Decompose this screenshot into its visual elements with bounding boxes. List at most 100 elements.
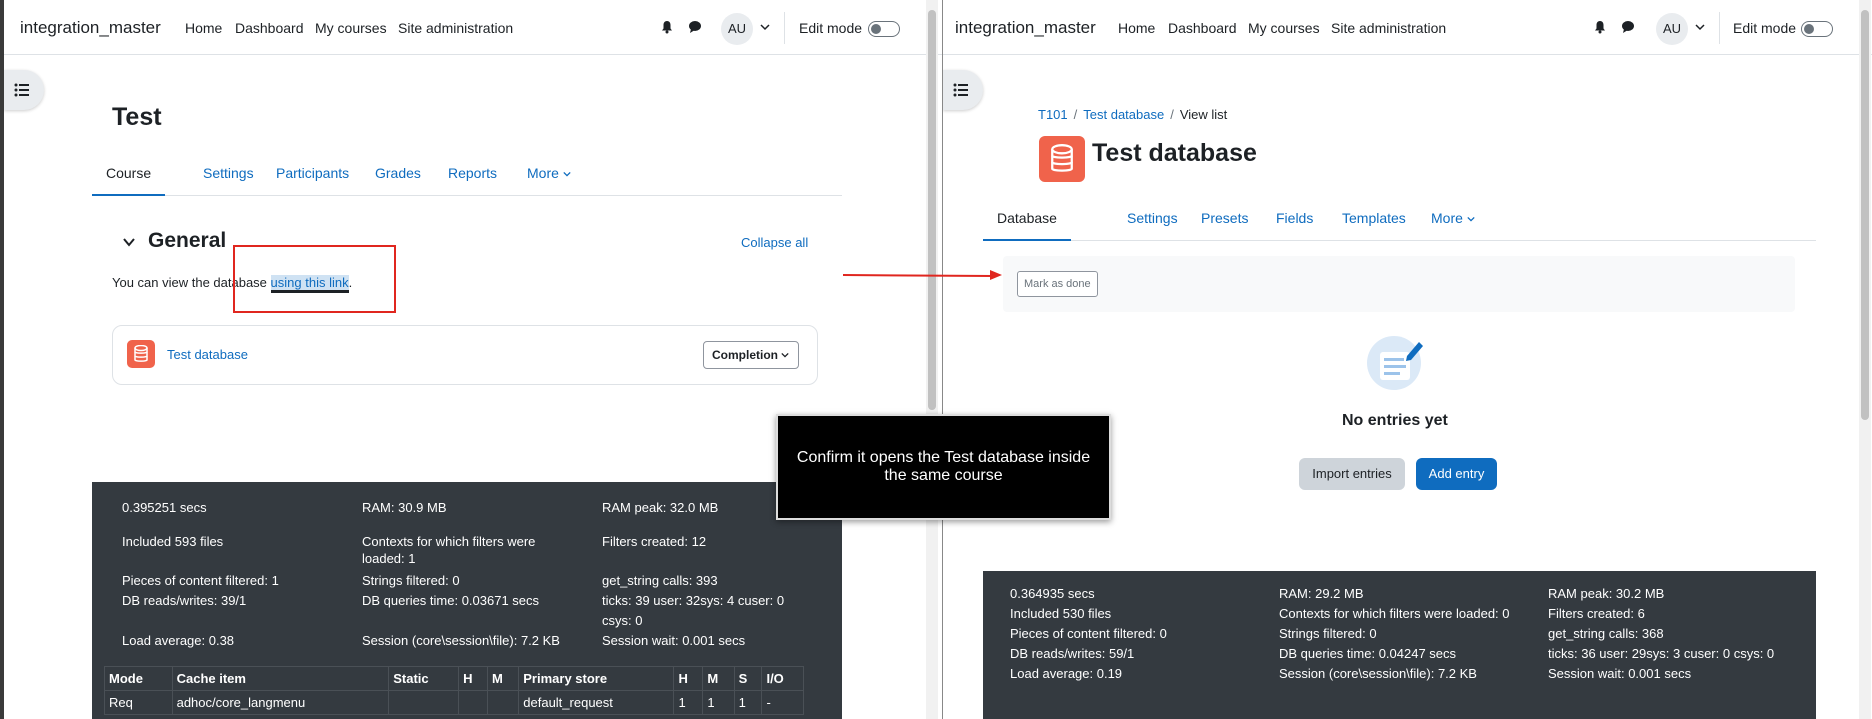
completion-notice: Mark as done <box>1003 256 1795 312</box>
right-scrollbar-thumb[interactable] <box>1861 10 1869 420</box>
course-index-drawer-button[interactable] <box>4 70 44 110</box>
breadcrumb-current: View list <box>1179 107 1228 122</box>
breadcrumb-activity[interactable]: Test database <box>1083 107 1164 122</box>
perf-stat: RAM: 30.9 MB <box>362 500 447 515</box>
edit-mode-toggle[interactable] <box>868 21 900 37</box>
perf-stat: Pieces of content filtered: 0 <box>1010 626 1167 641</box>
breadcrumb-course[interactable]: T101 <box>1038 107 1068 122</box>
list-icon <box>953 83 968 97</box>
left-scrollbar[interactable] <box>926 0 938 719</box>
perf-stat: DB reads/writes: 59/1 <box>1010 646 1135 661</box>
cache-table-header-cell: Cache item <box>171 666 390 691</box>
perf-stat: Load average: 0.38 <box>122 633 235 648</box>
no-entries-illustration-icon <box>1367 336 1423 390</box>
nav-dashboard[interactable]: Dashboard <box>1168 20 1237 36</box>
cache-table-cell: 1 <box>673 690 704 715</box>
tab-fields[interactable]: Fields <box>1276 195 1313 241</box>
collapse-all-link[interactable]: Collapse all <box>741 235 808 250</box>
cache-table-cell: 1 <box>702 690 735 715</box>
perf-stat: Strings filtered: 0 <box>1279 626 1377 641</box>
bell-icon[interactable] <box>1593 20 1607 34</box>
chat-icon[interactable] <box>688 20 702 34</box>
perf-stat: Filters created: 12 <box>602 534 707 549</box>
tab-presets[interactable]: Presets <box>1201 195 1248 241</box>
nav-home[interactable]: Home <box>185 20 222 36</box>
site-name[interactable]: integration_master <box>955 18 1096 38</box>
tab-course[interactable]: Course <box>92 150 166 196</box>
performance-footer: 0.395251 secs RAM: 30.9 MB RAM peak: 32.0 … <box>92 482 842 719</box>
nav-my-courses[interactable]: My courses <box>315 20 387 36</box>
perf-stat: RAM: 29.2 MB <box>1279 586 1364 601</box>
completion-dropdown[interactable]: Completion <box>703 341 799 369</box>
tab-grades[interactable]: Grades <box>375 150 421 196</box>
perf-stat: RAM peak: 30.2 MB <box>1548 586 1665 601</box>
perf-stat: get_string calls: 393 <box>602 573 718 588</box>
nav-my-courses[interactable]: My courses <box>1248 20 1320 36</box>
left-scrollbar-thumb[interactable] <box>928 10 936 410</box>
perf-stat: 0.364935 secs <box>1010 586 1095 601</box>
list-icon <box>14 83 29 97</box>
database-icon <box>1051 144 1073 172</box>
annotation-arrow-head-icon <box>990 270 1002 280</box>
nav-site-administration[interactable]: Site administration <box>1331 20 1446 36</box>
tab-settings[interactable]: Settings <box>1127 195 1178 241</box>
completion-label: Completion <box>712 348 778 362</box>
left-browser-pane: integration_master Home Dashboard My cou… <box>4 0 942 719</box>
annotation-highlight-box <box>233 245 396 313</box>
cache-table-header: Mode Cache item Static H M Primary store H M S I/… <box>104 666 804 691</box>
table-row: Req adhoc/core_langmenu default_request 1 1 1… <box>104 690 804 715</box>
chat-icon[interactable] <box>1621 20 1635 34</box>
performance-footer: 0.364935 secs RAM: 29.2 MB RAM peak: 30.2 … <box>983 571 1816 719</box>
database-icon <box>134 345 148 362</box>
chevron-down-icon[interactable] <box>760 22 770 32</box>
cache-table-header-cell: Static <box>388 666 460 691</box>
right-scrollbar[interactable] <box>1859 0 1871 719</box>
bell-icon[interactable] <box>660 20 674 34</box>
page-title: Test <box>112 103 162 131</box>
course-index-drawer-button[interactable] <box>943 70 983 110</box>
database-tabs: Database Settings Presets Fields Templat… <box>983 195 1816 241</box>
cache-table-header-cell: M <box>487 666 520 691</box>
perf-stat: RAM peak: 32.0 MB <box>602 500 719 515</box>
cache-table-header-cell: H <box>458 666 489 691</box>
breadcrumb: T101 / Test database / View list <box>1038 107 1227 122</box>
mark-as-done-button[interactable]: Mark as done <box>1017 271 1098 297</box>
cache-table-cell: 1 <box>733 690 763 715</box>
perf-stat: Filters created: 6 <box>1548 606 1645 621</box>
cache-table-cell: adhoc/core_langmenu <box>171 690 390 715</box>
activity-name-link[interactable]: Test database <box>167 347 248 362</box>
breadcrumb-separator: / <box>1170 107 1174 122</box>
section-title: General <box>148 229 227 252</box>
perf-stat: Session (core\session\file): 7.2 KB <box>1279 666 1477 681</box>
tab-more[interactable]: More <box>1431 195 1475 241</box>
nav-site-administration[interactable]: Site administration <box>398 20 513 36</box>
database-module-icon <box>1039 136 1085 182</box>
tab-settings[interactable]: Settings <box>203 150 254 196</box>
perf-stat: Session wait: 0.001 secs <box>602 633 746 648</box>
perf-stat: DB queries time: 0.04247 secs <box>1279 646 1457 661</box>
import-entries-button[interactable]: Import entries <box>1299 458 1405 490</box>
tab-participants[interactable]: Participants <box>276 150 349 196</box>
cache-table-cell: - <box>761 690 804 715</box>
section-collapse-chevron-icon[interactable] <box>122 235 136 249</box>
site-name[interactable]: integration_master <box>20 18 161 38</box>
cache-table-cell <box>487 690 520 715</box>
perf-stat: Session wait: 0.001 secs <box>1548 666 1692 681</box>
chevron-down-icon[interactable] <box>1695 22 1705 32</box>
user-avatar[interactable]: AU <box>721 13 753 45</box>
navbar-divider <box>784 12 785 44</box>
add-entry-button[interactable]: Add entry <box>1416 458 1497 490</box>
chevron-down-icon <box>1467 216 1475 222</box>
edit-mode-toggle[interactable] <box>1801 21 1833 37</box>
nav-dashboard[interactable]: Dashboard <box>235 20 304 36</box>
nav-home[interactable]: Home <box>1118 20 1155 36</box>
activity-card: Test database Completion <box>112 325 818 385</box>
tab-more-label: More <box>1431 210 1463 226</box>
tab-more[interactable]: More <box>527 150 571 196</box>
user-avatar[interactable]: AU <box>1656 13 1688 45</box>
edit-mode-label: Edit mode <box>1733 20 1797 36</box>
tab-templates[interactable]: Templates <box>1342 195 1406 241</box>
tab-reports[interactable]: Reports <box>448 150 497 196</box>
perf-stat: ticks: 39 user: 32sys: 4 cuser: 0 <box>602 593 785 608</box>
tab-database[interactable]: Database <box>983 195 1071 241</box>
